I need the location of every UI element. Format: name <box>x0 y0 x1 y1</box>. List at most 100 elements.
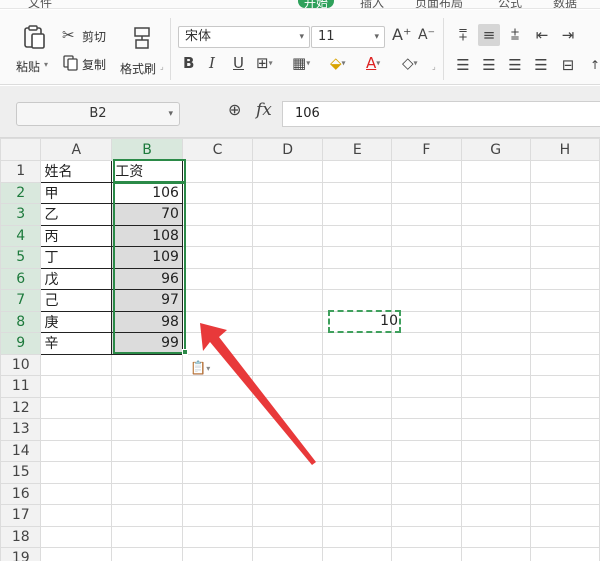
cell-e13[interactable] <box>322 418 393 441</box>
cell-h2[interactable] <box>529 181 600 204</box>
cell-d7[interactable] <box>252 289 324 312</box>
cell-e16[interactable] <box>322 482 393 505</box>
cell-f12[interactable] <box>391 396 462 419</box>
cell-e7[interactable] <box>322 289 393 312</box>
cell-e18[interactable] <box>322 525 393 548</box>
cell-c11[interactable] <box>181 375 254 398</box>
cell-e1[interactable] <box>322 160 393 183</box>
formula-input[interactable]: 106 <box>282 101 600 127</box>
cell-b2[interactable]: 106 <box>111 181 183 204</box>
cell-e4[interactable] <box>322 224 393 247</box>
row-header[interactable]: 10 <box>0 353 42 376</box>
cell-g2[interactable] <box>460 181 531 204</box>
cell-f4[interactable] <box>391 224 462 247</box>
cell-b11[interactable] <box>111 375 183 398</box>
cell-f13[interactable] <box>391 418 462 441</box>
cell-c14[interactable] <box>181 439 254 462</box>
name-box[interactable]: B2 ▾ <box>16 102 180 126</box>
cell-b4[interactable]: 108 <box>111 224 183 247</box>
cell-f9[interactable] <box>391 332 462 355</box>
cell-b6[interactable]: 96 <box>111 267 183 290</box>
cell-f15[interactable] <box>391 461 462 484</box>
cell-h16[interactable] <box>529 482 600 505</box>
cell-f2[interactable] <box>391 181 462 204</box>
format-painter-button[interactable]: 格式刷 <box>118 22 166 76</box>
row-header[interactable]: 6 <box>0 267 42 290</box>
cell-a13[interactable] <box>40 418 113 441</box>
row-header[interactable]: 3 <box>0 203 42 226</box>
cell-e5[interactable] <box>322 246 393 269</box>
cell-g10[interactable] <box>460 353 531 376</box>
cell-a2[interactable]: 甲 <box>40 181 113 204</box>
column-header-f[interactable]: F <box>391 138 462 161</box>
underline-button[interactable]: U <box>233 54 244 72</box>
cell-c16[interactable] <box>181 482 254 505</box>
bold-button[interactable]: B <box>183 54 194 72</box>
cell-e14[interactable] <box>322 439 393 462</box>
cell-c5[interactable] <box>181 246 254 269</box>
cell-b15[interactable] <box>111 461 183 484</box>
cell-g15[interactable] <box>460 461 531 484</box>
cell-h18[interactable] <box>529 525 600 548</box>
cell-g18[interactable] <box>460 525 531 548</box>
cell-a12[interactable] <box>40 396 113 419</box>
cell-a16[interactable] <box>40 482 113 505</box>
cell-h19[interactable] <box>529 547 600 561</box>
fill-color-button[interactable]: ⬙▾ <box>330 54 346 73</box>
align-left-button[interactable]: ☰ <box>454 56 472 74</box>
row-header[interactable]: 1 <box>0 160 42 183</box>
cell-f3[interactable] <box>391 203 462 226</box>
cell-g17[interactable] <box>460 504 531 527</box>
cell-d16[interactable] <box>252 482 324 505</box>
fill-handle[interactable] <box>182 349 188 355</box>
row-header[interactable]: 5 <box>0 246 42 269</box>
cell-g14[interactable] <box>460 439 531 462</box>
copied-cell-marquee[interactable]: 10 <box>328 310 401 333</box>
cell-d18[interactable] <box>252 525 324 548</box>
cell-h3[interactable] <box>529 203 600 226</box>
cell-e12[interactable] <box>322 396 393 419</box>
cell-g4[interactable] <box>460 224 531 247</box>
cell-d11[interactable] <box>252 375 324 398</box>
cell-b5[interactable]: 109 <box>111 246 183 269</box>
cell-d6[interactable] <box>252 267 324 290</box>
cell-g6[interactable] <box>460 267 531 290</box>
cell-h4[interactable] <box>529 224 600 247</box>
paste-button[interactable]: 粘贴 ▾ <box>14 22 54 76</box>
decrease-font-size-button[interactable]: A⁻ <box>418 26 435 44</box>
cell-e2[interactable] <box>322 181 393 204</box>
cell-g8[interactable] <box>460 310 531 333</box>
cell-h5[interactable] <box>529 246 600 269</box>
copy-button[interactable]: 复制 <box>62 54 116 74</box>
distributed-align-button[interactable]: ⊟ <box>558 56 578 74</box>
cell-c6[interactable] <box>181 267 254 290</box>
borders-button[interactable]: ⊞▾ <box>256 54 273 73</box>
cell-c13[interactable] <box>181 418 254 441</box>
cell-a3[interactable]: 乙 <box>40 203 113 226</box>
cut-button[interactable]: ✂ 剪切 <box>62 26 116 46</box>
scroll-right-icon[interactable]: ↑ <box>590 56 600 74</box>
zoom-search-icon[interactable]: ⊕ <box>228 100 241 119</box>
italic-button[interactable]: I <box>209 54 215 72</box>
cell-b12[interactable] <box>111 396 183 419</box>
insert-function-icon[interactable]: fx <box>256 100 272 120</box>
cell-f10[interactable] <box>391 353 462 376</box>
cell-a10[interactable] <box>40 353 113 376</box>
cell-f6[interactable] <box>391 267 462 290</box>
cell-fill-style-button[interactable]: ▦▾ <box>292 54 310 73</box>
cell-g13[interactable] <box>460 418 531 441</box>
align-right-button[interactable]: ☰ <box>506 56 524 74</box>
cell-a17[interactable] <box>40 504 113 527</box>
cell-b17[interactable] <box>111 504 183 527</box>
row-header[interactable]: 13 <box>0 418 42 441</box>
cell-c19[interactable] <box>181 547 254 561</box>
row-header[interactable]: 18 <box>0 525 42 548</box>
increase-font-size-button[interactable]: A⁺ <box>392 26 411 44</box>
row-header[interactable]: 14 <box>0 439 42 462</box>
paste-options-button[interactable]: 📋▾ <box>190 361 210 376</box>
tab-formula[interactable]: 公式 <box>498 0 522 8</box>
cell-h11[interactable] <box>529 375 600 398</box>
cell-e19[interactable] <box>322 547 393 561</box>
clipboard-launcher-icon[interactable]: ⌟ <box>160 62 164 71</box>
cell-h6[interactable] <box>529 267 600 290</box>
